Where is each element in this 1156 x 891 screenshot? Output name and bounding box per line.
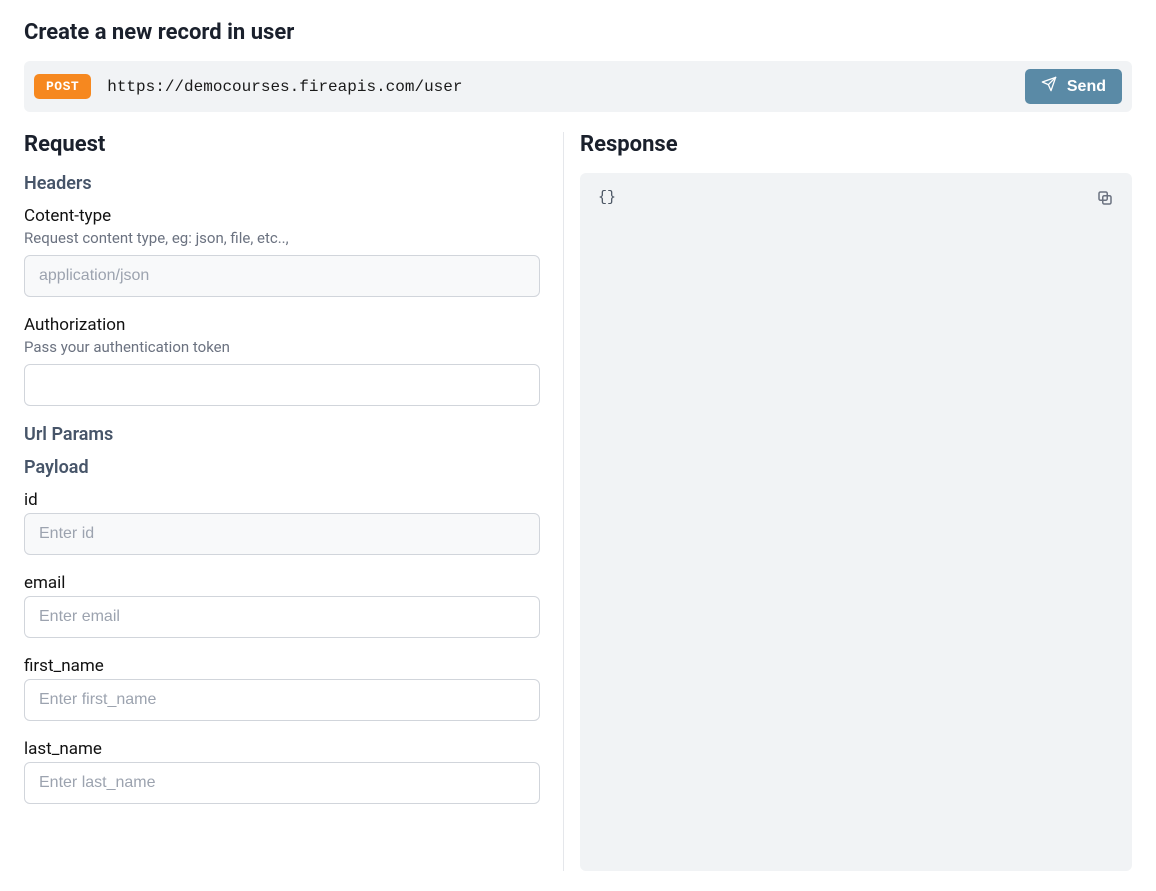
payload-email-field: email xyxy=(24,573,547,638)
payload-last-name-field: last_name xyxy=(24,739,547,804)
payload-title: Payload xyxy=(24,457,547,478)
authorization-label: Authorization xyxy=(24,315,547,335)
payload-id-field: id xyxy=(24,490,547,555)
response-title: Response xyxy=(580,132,1132,157)
page-title: Create a new record in user xyxy=(24,20,1132,45)
content-type-hint: Request content type, eg: json, file, et… xyxy=(24,229,547,247)
authorization-input[interactable] xyxy=(24,364,540,406)
payload-last-name-input[interactable] xyxy=(24,762,540,804)
payload-id-input[interactable] xyxy=(24,513,540,555)
http-method-badge: POST xyxy=(34,74,91,99)
payload-first-name-field: first_name xyxy=(24,656,547,721)
content-type-input[interactable] xyxy=(24,255,540,297)
payload-last-name-label: last_name xyxy=(24,739,547,759)
send-icon xyxy=(1041,76,1057,97)
response-box: {} xyxy=(580,173,1132,871)
request-panel: Request Headers Cotent-type Request cont… xyxy=(24,132,564,871)
copy-icon xyxy=(1096,195,1114,210)
send-button-label: Send xyxy=(1067,78,1106,96)
send-button[interactable]: Send xyxy=(1025,69,1122,104)
response-panel: Response {} xyxy=(564,132,1132,871)
payload-email-label: email xyxy=(24,573,547,593)
payload-first-name-label: first_name xyxy=(24,656,547,676)
payload-id-label: id xyxy=(24,490,547,510)
copy-button[interactable] xyxy=(1092,185,1118,214)
authorization-field: Authorization Pass your authentication t… xyxy=(24,315,547,406)
authorization-hint: Pass your authentication token xyxy=(24,338,547,356)
content-type-field: Cotent-type Request content type, eg: js… xyxy=(24,206,547,297)
endpoint-url: https://democourses.fireapis.com/user xyxy=(107,78,1025,96)
request-title: Request xyxy=(24,132,547,157)
endpoint-bar: POST https://democourses.fireapis.com/us… xyxy=(24,61,1132,112)
headers-title: Headers xyxy=(24,173,547,194)
content-type-label: Cotent-type xyxy=(24,206,547,226)
response-body: {} xyxy=(598,189,1114,206)
payload-first-name-input[interactable] xyxy=(24,679,540,721)
url-params-title: Url Params xyxy=(24,424,547,445)
payload-email-input[interactable] xyxy=(24,596,540,638)
